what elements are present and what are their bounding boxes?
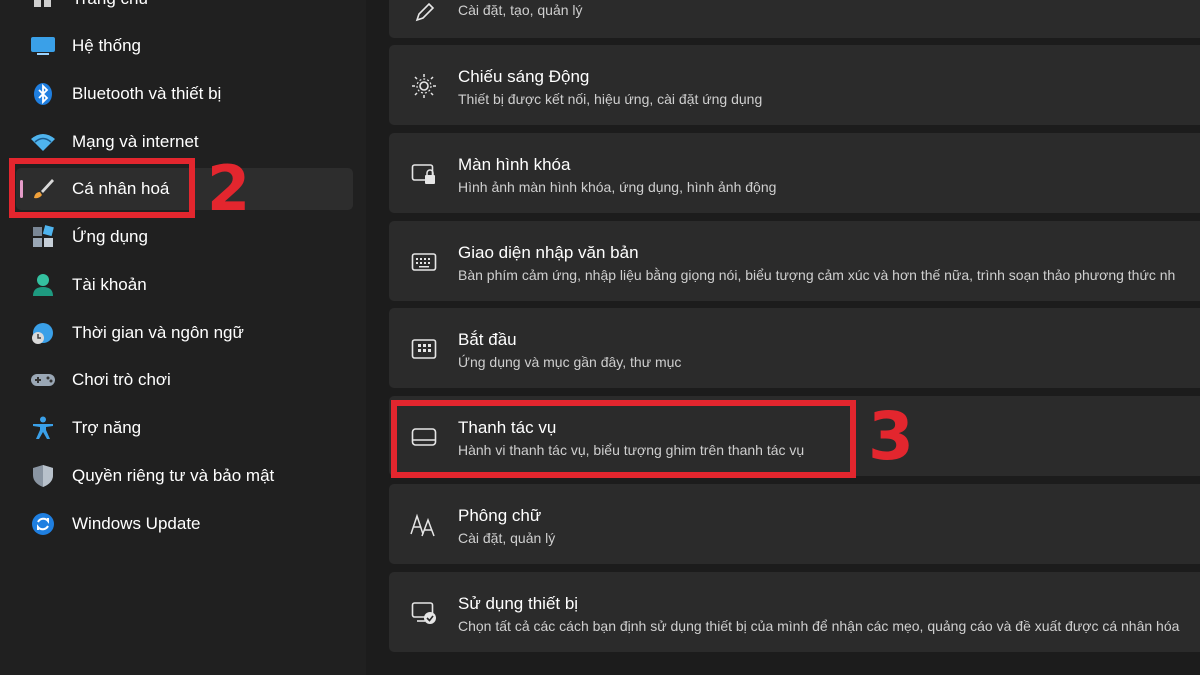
card-title: Giao diện nhập văn bản	[458, 243, 639, 262]
sidebar-item-bluetooth[interactable]: Bluetooth và thiết bị	[16, 73, 353, 115]
sidebar-item-time-language[interactable]: Thời gian và ngôn ngữ	[16, 312, 353, 354]
card-subtitle: Chọn tất cả các cách bạn định sử dụng th…	[458, 618, 1180, 634]
settings-card-start[interactable]: Bắt đầu Ứng dụng và mục gần đây, thư mục	[389, 308, 1200, 388]
settings-card-fonts[interactable]: Phông chữ Cài đặt, quản lý	[389, 484, 1200, 564]
sidebar-item-label: Thời gian và ngôn ngữ	[72, 323, 244, 342]
sidebar-item-accounts[interactable]: Tài khoản	[16, 264, 353, 306]
sidebar: Trang chủ Hệ thống Bluetooth và thiết bị…	[0, 0, 366, 675]
annotation-box-step2	[9, 158, 195, 218]
sidebar-item-gaming[interactable]: Chơi trò chơi	[16, 359, 353, 401]
home-icon	[30, 0, 56, 11]
keyboard-icon	[409, 249, 439, 275]
sidebar-item-label: Mạng và internet	[72, 132, 199, 151]
card-subtitle: Bàn phím cảm ứng, nhập liệu bằng giọng n…	[458, 267, 1176, 283]
apps-icon	[30, 225, 56, 249]
settings-card-dynamic-lighting[interactable]: Chiếu sáng Động Thiết bị được kết nối, h…	[389, 45, 1200, 125]
sidebar-item-label: Windows Update	[72, 514, 201, 533]
settings-list: Cài đặt, tạo, quản lý Chiếu sáng Động Th…	[366, 0, 1200, 675]
bluetooth-icon	[30, 82, 56, 106]
annotation-number-step2: 2	[207, 152, 251, 225]
system-icon	[30, 34, 56, 58]
card-subtitle: Cài đặt, quản lý	[458, 530, 556, 546]
pen-icon	[409, 0, 439, 26]
card-title: Phông chữ	[458, 506, 542, 525]
card-title: Sử dụng thiết bị	[458, 594, 579, 613]
sidebar-item-windows-update[interactable]: Windows Update	[16, 503, 353, 545]
sidebar-item-label: Quyền riêng tư và bảo mật	[72, 466, 275, 485]
sidebar-item-label: Trợ năng	[72, 418, 142, 437]
sidebar-item-home[interactable]: Trang chủ	[16, 0, 353, 20]
settings-card-lock-screen[interactable]: Màn hình khóa Hình ảnh màn hình khóa, ứn…	[389, 133, 1200, 213]
annotation-box-step3	[391, 400, 856, 478]
sidebar-item-accessibility[interactable]: Trợ năng	[16, 407, 353, 449]
gamepad-icon	[30, 368, 56, 392]
lock-screen-icon	[409, 161, 439, 187]
sidebar-item-privacy[interactable]: Quyền riêng tư và bảo mật	[16, 455, 353, 497]
time-language-icon	[30, 321, 56, 345]
sidebar-item-label: Chơi trò chơi	[72, 370, 171, 389]
card-title: Màn hình khóa	[458, 155, 571, 174]
sidebar-item-label: Bluetooth và thiết bị	[72, 84, 222, 103]
sidebar-item-label: Trang chủ	[72, 0, 148, 9]
wifi-icon	[30, 130, 56, 154]
card-subtitle: Thiết bị được kết nối, hiệu ứng, cài đặt…	[458, 91, 763, 107]
sidebar-item-apps[interactable]: Ứng dụng	[16, 216, 353, 258]
account-icon	[30, 273, 56, 297]
start-icon	[409, 336, 439, 362]
sidebar-item-label: Ứng dụng	[72, 227, 148, 246]
dynamic-lighting-icon	[409, 73, 439, 99]
accessibility-icon	[30, 416, 56, 440]
device-usage-icon	[409, 600, 439, 626]
annotation-number-step3: 3	[868, 398, 914, 475]
card-subtitle: Hình ảnh màn hình khóa, ứng dụng, hình ả…	[458, 179, 777, 195]
card-subtitle: Cài đặt, tạo, quản lý	[458, 2, 583, 18]
settings-card-device-usage[interactable]: Sử dụng thiết bị Chọn tất cả các cách bạ…	[389, 572, 1200, 652]
card-subtitle: Ứng dụng và mục gần đây, thư mục	[458, 354, 682, 370]
settings-card-themes[interactable]: Cài đặt, tạo, quản lý	[389, 0, 1200, 38]
update-icon	[30, 512, 56, 536]
sidebar-item-network[interactable]: Mạng và internet	[16, 121, 353, 163]
sidebar-item-label: Tài khoản	[72, 275, 147, 294]
card-title: Chiếu sáng Động	[458, 67, 590, 86]
sidebar-item-label: Hệ thống	[72, 36, 141, 55]
shield-icon	[30, 464, 56, 488]
sidebar-item-system[interactable]: Hệ thống	[16, 25, 353, 67]
fonts-icon	[409, 512, 439, 538]
card-title: Bắt đầu	[458, 330, 517, 349]
settings-card-text-input[interactable]: Giao diện nhập văn bản Bàn phím cảm ứng,…	[389, 221, 1200, 301]
